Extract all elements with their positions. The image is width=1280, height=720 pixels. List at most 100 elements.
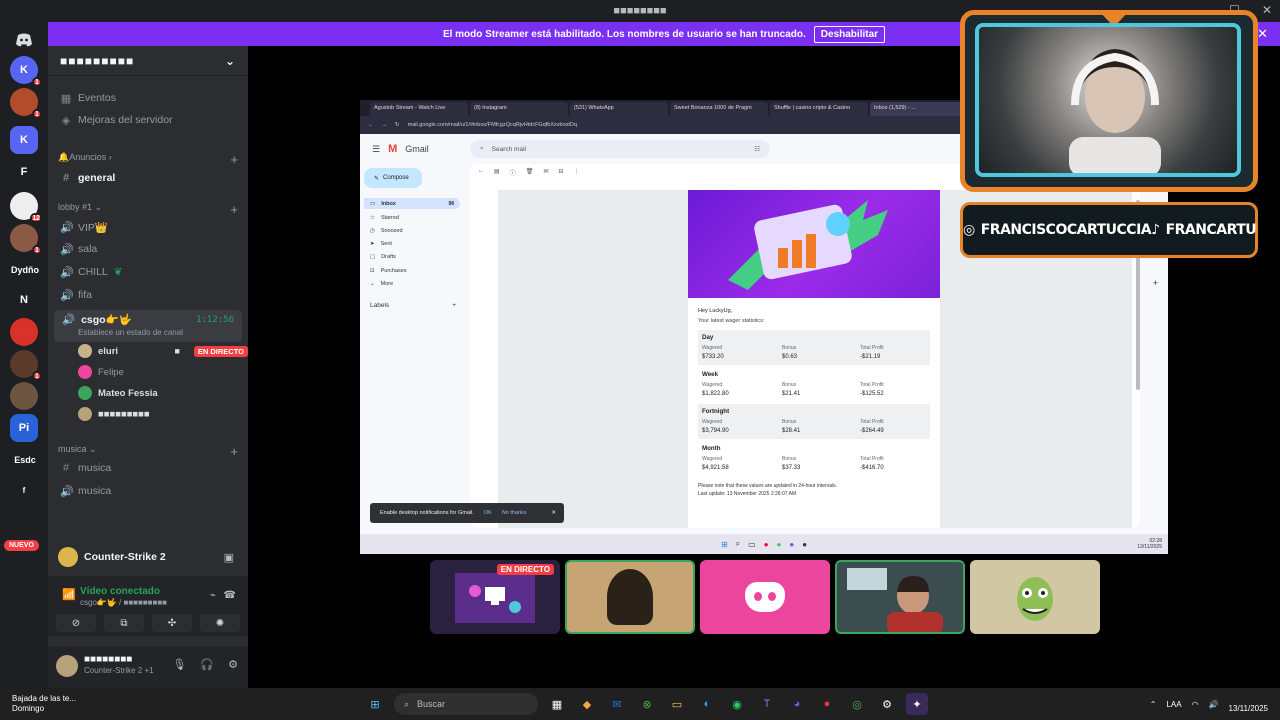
teams-icon[interactable]: T — [756, 693, 778, 715]
forward-icon[interactable]: → — [382, 122, 388, 128]
browser-tab[interactable]: Agustob Stream - Watch Live — [370, 102, 468, 116]
wifi-icon[interactable]: ◠ — [1192, 700, 1199, 709]
copilot-icon[interactable]: ◆ — [576, 693, 598, 715]
compose-button[interactable]: ✎ Compose — [364, 168, 422, 188]
server-n[interactable]: N — [10, 286, 38, 314]
discord-icon[interactable]: ● — [789, 540, 794, 549]
voice-user-hidden[interactable]: ■■■■■■■■■ — [78, 405, 248, 423]
nav-sent[interactable]: ➤ Sent — [364, 238, 460, 249]
whatsapp-icon[interactable]: ● — [777, 540, 782, 549]
search-input[interactable]: ⌕ Search mail ☷ — [470, 140, 770, 158]
url-text[interactable]: mail.google.com/mail/u/1/#inbox/FMfcgzQc… — [408, 122, 577, 128]
weather-widget[interactable]: Bajada de las te... Domingo — [12, 694, 76, 714]
microphone-icon[interactable]: 🎙 — [172, 658, 186, 671]
add-label-icon[interactable]: + — [452, 302, 456, 309]
server-avatar-mario[interactable] — [10, 318, 38, 346]
disconnect-icon[interactable]: ☎ — [224, 590, 236, 601]
app-active-icon[interactable]: ✦ — [906, 693, 928, 715]
browser-tab[interactable]: Sweet Bonanza 1000 de Pragm — [670, 102, 768, 116]
close-icon[interactable]: ✕ — [1262, 3, 1272, 17]
discord-icon[interactable]: ◕ — [786, 693, 808, 715]
participant-tile-user[interactable] — [565, 560, 695, 634]
toast-close-icon[interactable]: ✕ — [551, 510, 556, 516]
server-f-small[interactable]: f — [10, 476, 38, 504]
filter-icon[interactable]: ☷ — [754, 145, 760, 153]
archive-icon[interactable]: ▤ — [494, 168, 500, 177]
activities-button[interactable]: ✣ — [152, 614, 192, 632]
server-avatar-11[interactable]: 1 — [10, 350, 42, 381]
category-lobby[interactable]: lobby #1 ⌄ + — [58, 202, 238, 217]
screen-share-button[interactable]: ⧉ — [104, 614, 144, 632]
task-view-icon[interactable]: ▦ — [546, 693, 568, 715]
server-dydno[interactable]: Dydño — [10, 256, 40, 284]
server-header[interactable]: ■■■■■■■■■ ⌄ — [48, 46, 248, 76]
noise-suppression-icon[interactable]: ⌁ — [210, 590, 216, 601]
game-activity[interactable]: Counter-Strike 2 ▣ — [48, 542, 248, 572]
channel-chill[interactable]: 🔊 CHILL ❦ — [54, 262, 242, 282]
server-avatar-6[interactable]: 12 — [10, 192, 42, 223]
server-avatar-2[interactable]: 1 — [10, 88, 42, 119]
participant-tile-stream[interactable]: EN DIRECTO — [430, 560, 560, 634]
channel-sala[interactable]: 🔊 sala — [54, 239, 242, 259]
nav-purchases[interactable]: ⊡ Purchases — [364, 265, 460, 276]
add-channel-icon[interactable]: + — [230, 152, 238, 167]
channel-status[interactable]: Establece un estado de canal — [78, 328, 183, 337]
headphones-icon[interactable]: 🎧 — [200, 658, 214, 671]
app-icon[interactable]: ● — [802, 540, 807, 549]
taskbar-clock[interactable]: 13/11/2025 — [1229, 694, 1268, 714]
category-musica[interactable]: musica ⌄ + — [58, 444, 238, 459]
events-item[interactable]: ▦ Eventos — [54, 88, 242, 108]
browser-tab[interactable]: (531) WhatsApp — [570, 102, 668, 116]
windows-start-icon[interactable]: ⊞ — [721, 540, 728, 549]
settings-gear-icon[interactable]: ⚙ — [228, 658, 238, 671]
voice-user-mateo[interactable]: Mateo Fessia — [78, 384, 248, 402]
steam-icon[interactable]: ⚙ — [876, 693, 898, 715]
signal-icon[interactable]: 📶 — [62, 588, 76, 601]
server-pi[interactable]: Pi — [10, 414, 38, 442]
nav-inbox[interactable]: ▭ Inbox 98 — [364, 198, 460, 209]
chrome-icon[interactable]: ◎ — [846, 693, 868, 715]
delete-icon[interactable]: 🗑 — [526, 168, 534, 177]
participant-tile-camera[interactable] — [835, 560, 965, 634]
server-f[interactable]: F — [10, 158, 38, 186]
file-explorer-icon[interactable]: ▭ — [748, 540, 756, 549]
nav-starred[interactable]: ☆ Starred — [364, 212, 460, 223]
mark-unread-icon[interactable]: ✉ — [543, 168, 548, 177]
language-indicator[interactable]: LAA — [1166, 700, 1181, 709]
taskbar-search-input[interactable]: ⌕ Buscar — [394, 693, 538, 715]
chevron-up-icon[interactable]: ⌃ — [1150, 700, 1157, 709]
disable-streamer-button[interactable]: Deshabilitar — [813, 25, 886, 43]
outlook-icon[interactable]: ✉ — [606, 693, 628, 715]
windows-start-icon[interactable]: ⊞ — [364, 693, 386, 715]
channel-musica-voice[interactable]: 🔊 musica — [54, 481, 242, 501]
xbox-icon[interactable]: ⊗ — [636, 693, 658, 715]
participant-tile-discord[interactable] — [700, 560, 830, 634]
nav-more[interactable]: ⌄ More — [364, 278, 460, 289]
menu-icon[interactable]: ☰ — [372, 144, 380, 155]
server-k-2[interactable]: K — [10, 126, 38, 154]
voice-user-felipe[interactable]: Felipe — [78, 363, 248, 381]
camera-off-button[interactable]: ⊘ — [56, 614, 96, 632]
browser-tab[interactable]: (8) Instagram — [470, 102, 568, 116]
file-explorer-icon[interactable]: ▭ — [666, 693, 688, 715]
channel-general[interactable]: # general — [54, 168, 242, 188]
discord-home-icon[interactable] — [10, 26, 38, 54]
reload-icon[interactable]: ↻ — [395, 122, 400, 128]
soundboard-button[interactable]: ✺ — [200, 614, 240, 632]
participant-tile-avatar[interactable] — [970, 560, 1100, 634]
nav-drafts[interactable]: ▢ Drafts — [364, 251, 460, 262]
toast-ok-button[interactable]: OK — [484, 510, 492, 516]
channel-csgo[interactable]: 🔊 csgo👉🤟 1:12:56 Establece un estado de c… — [54, 310, 242, 342]
browser-tab[interactable]: Shuffle | casino cripto & Casino — [770, 102, 868, 116]
back-arrow-icon[interactable]: ← — [478, 168, 484, 177]
server-esdc[interactable]: Esdc — [10, 446, 40, 474]
banner-close-icon[interactable]: ✕ — [1257, 26, 1268, 42]
new-badge[interactable]: NUEVO — [4, 540, 39, 551]
server-k-1[interactable]: K1 — [10, 56, 42, 87]
chevron-down-icon[interactable]: ⌄ — [225, 54, 236, 68]
move-icon[interactable]: ⊟ — [558, 168, 563, 177]
voice-channel-path[interactable]: csgo👉🤟 / ■■■■■■■■■ — [80, 598, 167, 607]
edge-icon[interactable]: ◐ — [696, 693, 718, 715]
server-avatar-12[interactable] — [10, 382, 38, 410]
avatar[interactable] — [56, 655, 78, 677]
